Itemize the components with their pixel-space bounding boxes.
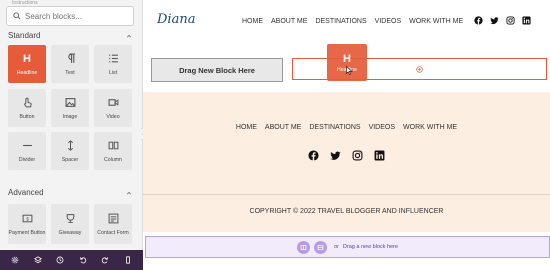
block-button[interactable]: Button [8, 89, 46, 127]
footer-social [143, 150, 550, 161]
dragging-headline-block[interactable]: H Headline [327, 44, 367, 81]
site-logo[interactable]: Diana [157, 12, 195, 27]
block-label: List [108, 69, 118, 76]
mouse-cursor-icon [346, 66, 353, 75]
footer-divider [143, 194, 550, 195]
bottom-toolbar [0, 250, 143, 270]
block-label: Image [62, 113, 78, 120]
add-block-bar[interactable]: or Drag a new block here [145, 236, 550, 258]
list-icon [107, 53, 119, 65]
block-column[interactable]: Column [94, 132, 132, 170]
footer-nav-videos[interactable]: VIDEOS [369, 124, 395, 131]
chevron-up-icon [126, 34, 132, 37]
block-giveaway[interactable]: Giveaway [51, 204, 89, 244]
linkedin-icon[interactable] [522, 16, 531, 25]
block-spacer[interactable]: Spacer [51, 132, 89, 170]
footer-nav-destinations[interactable]: DESTINATIONS [309, 124, 360, 131]
section-standard-header[interactable]: Standard [8, 31, 132, 40]
drag-new-block-link[interactable]: Drag a new block here [343, 244, 398, 250]
block-label: Column [104, 156, 122, 163]
block-label: Button [19, 113, 35, 120]
layout-icon [317, 244, 324, 250]
page-canvas: Diana HOME ABOUT ME DESTINATIONS VIDEOS … [143, 0, 550, 270]
plus-circle-icon [416, 65, 423, 73]
settings-icon[interactable] [11, 256, 19, 264]
instagram-icon[interactable] [506, 16, 515, 25]
site-header: Diana HOME ABOUT ME DESTINATIONS VIDEOS … [143, 0, 550, 44]
copyright-text: COPYRIGHT © 2022 TRAVEL BLOGGER AND INFL… [249, 208, 444, 215]
block-list[interactable]: List [94, 45, 132, 83]
block-label: Video [106, 113, 120, 120]
block-headline[interactable]: H Headline [8, 45, 46, 83]
svg-text:$: $ [26, 216, 29, 222]
mobile-preview-icon[interactable] [124, 256, 132, 264]
chevron-up-icon [126, 191, 132, 194]
section-advanced-header[interactable]: Advanced [8, 188, 132, 197]
block-sidebar: Instructions Standard H Headline Text Li… [0, 0, 143, 270]
block-video[interactable]: Video [94, 89, 132, 127]
nav-work-with-me[interactable]: WORK WITH ME [409, 18, 463, 25]
payment-icon: $ [21, 213, 33, 225]
block-image[interactable]: Image [51, 89, 89, 127]
header-nav: HOME ABOUT ME DESTINATIONS VIDEOS WORK W… [242, 18, 463, 25]
history-icon[interactable] [56, 256, 64, 264]
block-label: Headline [16, 69, 38, 76]
linkedin-icon[interactable] [374, 150, 385, 161]
nav-about-me[interactable]: ABOUT ME [271, 18, 307, 25]
headline-icon: H [343, 52, 351, 65]
image-icon [64, 97, 76, 109]
paragraph-icon [64, 53, 76, 65]
twitter-icon[interactable] [490, 16, 499, 25]
section-standard-label: Standard [8, 31, 41, 40]
footer-nav: HOME ABOUT ME DESTINATIONS VIDEOS WORK W… [143, 124, 550, 131]
header-social [474, 16, 531, 25]
block-text[interactable]: Text [51, 45, 89, 83]
grid-icon [300, 244, 307, 250]
search-input[interactable] [25, 11, 125, 21]
footer-nav-about-me[interactable]: ABOUT ME [265, 124, 301, 131]
add-row-button[interactable] [314, 240, 328, 254]
headline-icon: H [23, 52, 31, 65]
block-label: Divider [18, 156, 36, 163]
site-footer: HOME ABOUT ME DESTINATIONS VIDEOS WORK W… [143, 92, 550, 232]
block-label: Text [65, 69, 75, 76]
divider-icon [21, 140, 33, 152]
block-divider[interactable]: Divider [8, 132, 46, 170]
search-icon [13, 12, 21, 20]
nav-home[interactable]: HOME [242, 18, 263, 25]
redo-icon[interactable] [101, 256, 109, 264]
or-label: or [334, 244, 339, 250]
block-payment-button[interactable]: $ Payment Button [8, 204, 46, 244]
section-advanced-label: Advanced [8, 188, 44, 197]
footer-nav-home[interactable]: HOME [236, 124, 257, 131]
facebook-icon[interactable] [308, 150, 319, 161]
facebook-icon[interactable] [474, 16, 483, 25]
block-contact-form[interactable]: Contact Form [94, 204, 132, 244]
pointer-icon [21, 97, 33, 109]
column-icon [107, 140, 119, 152]
undo-icon[interactable] [79, 256, 87, 264]
search-box[interactable] [6, 6, 134, 26]
block-label: Giveaway [58, 229, 82, 236]
video-icon [107, 97, 119, 109]
block-label: Spacer [61, 156, 79, 163]
block-label: Contact Form [97, 229, 129, 236]
nav-destinations[interactable]: DESTINATIONS [315, 18, 366, 25]
add-section-button[interactable] [297, 240, 311, 254]
spacer-icon [64, 140, 76, 152]
block-label: Payment Button [8, 229, 46, 236]
form-icon [107, 213, 119, 225]
drag-new-block-zone[interactable]: Drag New Block Here [151, 58, 283, 82]
layers-icon[interactable] [33, 256, 42, 264]
nav-videos[interactable]: VIDEOS [375, 18, 401, 25]
footer-nav-work-with-me[interactable]: WORK WITH ME [403, 124, 457, 131]
instagram-icon[interactable] [352, 150, 363, 161]
giveaway-icon [64, 213, 76, 225]
twitter-icon[interactable] [330, 150, 341, 161]
